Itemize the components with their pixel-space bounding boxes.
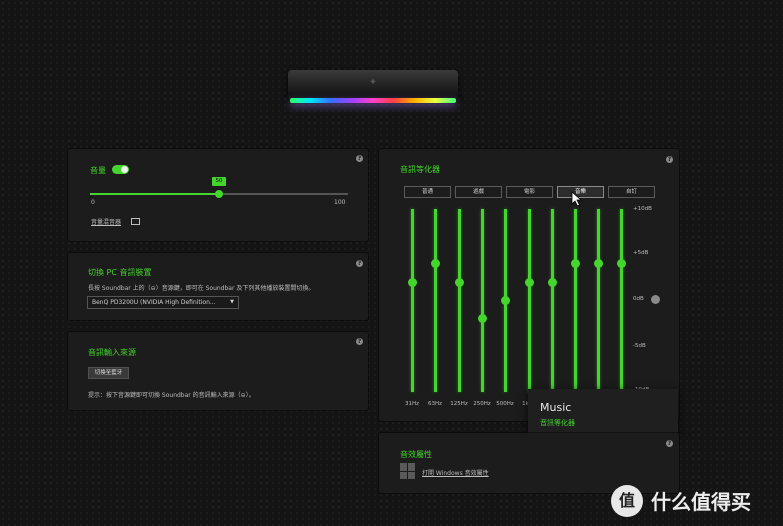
audio-input-title: 音訊輸入來源 [88,348,136,357]
eq-band-knob[interactable] [616,259,626,269]
volume-slider-fill [90,193,219,195]
equalizer-title: 音訊等化器 [400,165,440,174]
eq-preset-button[interactable]: 普通 [404,186,451,198]
eq-band-knob[interactable] [430,259,440,269]
audio-input-hint: 提示：按下音源鍵即可切換 Soundbar 的音訊輸入來源（⊖）。 [88,392,255,399]
tooltip-title: Music [540,401,572,414]
eq-band-track[interactable] [573,209,577,392]
watermark-logo: 值 [611,485,643,517]
chevron-down-icon: ▼ [230,299,234,305]
external-link-icon[interactable] [131,218,140,225]
rgb-light-strip [290,98,456,103]
windows-logo-icon [400,463,416,479]
eq-band-track[interactable] [433,209,437,392]
eq-db-label: +10dB [633,206,652,212]
eq-db-label: +5dB [633,250,649,256]
eq-band-track[interactable] [550,209,554,392]
soundbar-body: ✦ [288,70,458,100]
eq-band-track[interactable] [480,209,484,392]
audio-device-selected: BenQ PD3200U (NVIDIA High Definition... [92,299,216,306]
eq-band-knob[interactable] [547,277,557,287]
eq-band-knob[interactable] [593,259,603,269]
mouse-cursor-icon [571,191,582,207]
pc-audio-description: 長按 Soundbar 上的（⊖）音源鍵，即可在 Soundbar 及下列其他播… [88,285,315,292]
volume-slider-thumb[interactable] [215,190,223,198]
eq-band-track[interactable] [596,209,600,392]
eq-band-knob[interactable] [524,277,534,287]
eq-band-track[interactable] [619,209,623,392]
eq-reset-icon[interactable] [651,295,660,304]
eq-band-knob[interactable] [570,259,580,269]
eq-band-knob[interactable] [454,277,464,287]
volume-max-label: 100 [334,199,346,206]
tooltip-subtitle: 音訊等化器 [540,419,575,427]
preset-tooltip: Music 音訊等化器 [528,389,678,435]
sound-properties-panel [379,433,679,493]
volume-value-badge: 50 [212,177,226,186]
volume-title: 音量 [90,166,106,175]
pc-audio-help-icon[interactable]: ? [356,260,363,267]
volume-min-label: 0 [91,199,95,206]
razer-logo-icon: ✦ [368,77,378,88]
eq-band-track[interactable] [457,209,461,392]
switch-bluetooth-button[interactable]: 切換至藍牙 [88,367,129,379]
soundbar-image: ✦ [288,70,458,106]
watermark-text: 什么值得买 [651,490,751,514]
eq-band-knob[interactable] [500,296,510,305]
pc-audio-title: 切換 PC 音訊裝置 [88,268,152,277]
sound-properties-help-icon[interactable]: ? [666,440,673,447]
eq-preset-button[interactable]: 遊戲 [455,186,502,198]
eq-preset-button[interactable]: 電影 [506,186,553,198]
volume-toggle[interactable] [112,165,129,174]
volume-help-icon[interactable]: ? [356,155,363,162]
eq-preset-button[interactable]: 自訂 [608,186,655,198]
volume-mixer-link[interactable]: 音量混音器 [91,217,121,226]
open-windows-sound-link[interactable]: 打開 Windows 音效屬性 [422,468,489,477]
sound-properties-title: 音效屬性 [400,450,432,459]
audio-input-help-icon[interactable]: ? [356,338,363,345]
equalizer-help-icon[interactable]: ? [666,156,673,163]
eq-band-track[interactable] [527,209,531,392]
audio-device-select[interactable]: BenQ PD3200U (NVIDIA High Definition... … [87,296,239,309]
eq-db-label: -5dB [633,343,646,349]
eq-band-track[interactable] [410,209,414,392]
eq-band-knob[interactable] [477,314,487,324]
eq-band-knob[interactable] [407,277,417,287]
